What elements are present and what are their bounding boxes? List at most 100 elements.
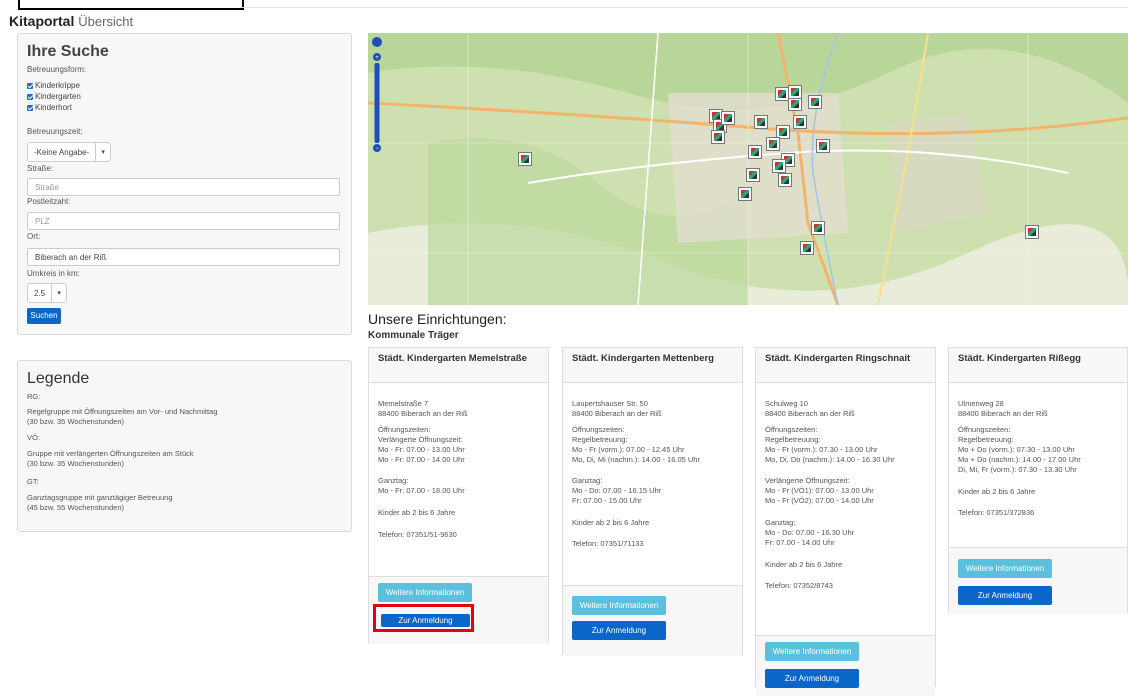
card-line: Öffnungszeiten: <box>378 425 431 434</box>
card-title: Städt. Kindergarten Ringschnait <box>756 348 935 383</box>
map-zoom-control[interactable]: + − <box>371 35 383 175</box>
page-title: Kitaportal Übersicht <box>9 13 133 29</box>
map-marker[interactable] <box>746 168 760 182</box>
register-button[interactable]: Zur Anmeldung <box>765 669 859 688</box>
register-button[interactable]: Zur Anmeldung <box>958 586 1052 605</box>
card-body: Schulweg 10 88400 Biberach an der Riß Öf… <box>756 383 935 633</box>
facility-card: Städt. Kindergarten Rißegg Ulmenweg 28 8… <box>948 347 1128 614</box>
betreuungszeit-select[interactable]: -Keine Angabe- ▾ <box>27 142 112 162</box>
plz-input[interactable]: PLZ <box>27 212 340 230</box>
card-line: Telefon: 07351/372836 <box>958 508 1035 517</box>
card-line: 88400 Biberach an der Riß <box>958 409 1048 418</box>
card-line: Telefon: 07352/8743 <box>765 581 833 590</box>
more-info-button[interactable]: Weitere Informationen <box>572 596 666 615</box>
plz-label: Postleitzahl: <box>27 197 71 206</box>
card-line: Mo - Fr (vorm.): 07.30 - 13.00 Uhr <box>765 445 878 454</box>
card-body: Memelstraße 7 88400 Biberach an der Riß … <box>369 383 548 575</box>
register-button[interactable]: Zur Anmeldung <box>572 621 666 640</box>
ort-label: Ort: <box>27 232 41 241</box>
legend-hours-vo: (30 bzw. 35 Wochenstunden) <box>27 459 125 468</box>
legend-text-vo: Gruppe mit verlängerten Öffnungszeiten a… <box>27 449 194 458</box>
card-line: Kinder ab 2 bis 6 Jahre <box>958 487 1036 496</box>
map-marker[interactable] <box>778 173 792 187</box>
chevron-down-icon[interactable]: ▾ <box>51 284 66 302</box>
checkbox-icon[interactable] <box>27 82 33 89</box>
umkreis-value: 2.5 <box>34 288 46 298</box>
map-marker[interactable] <box>748 145 762 159</box>
map-marker[interactable] <box>754 115 768 129</box>
card-line: Mo - Fr: 07.00 - 18.00 Uhr <box>378 486 465 495</box>
card-body: Ulmenweg 28 88400 Biberach an der Riß Öf… <box>949 383 1127 553</box>
map-marker[interactable] <box>816 139 830 153</box>
card-title: Städt. Kindergarten Rißegg <box>949 348 1127 383</box>
card-line: Mo, Di, Do (nachm.): 14.00 - 16.30 Uhr <box>765 455 895 464</box>
card-line: Mo + Do (nachm.): 14.00 - 17.00 Uhr <box>958 455 1081 464</box>
card-line: Öffnungszeiten: <box>958 425 1011 434</box>
map-marker[interactable] <box>811 221 825 235</box>
legend-text-gt: Ganztagsgruppe mit ganztägiger Betreuung <box>27 493 173 502</box>
legend-text-rg: Regelgruppe mit Öffnungszeiten am Vor- u… <box>27 407 218 416</box>
legend-panel: Legende RG: Regelgruppe mit Öffnungszeit… <box>17 360 352 532</box>
checkbox-kinderhort[interactable]: Kinderhort <box>27 103 72 112</box>
svg-text:−: − <box>375 146 379 152</box>
card-line: Laupertshauser Str. 50 <box>572 399 648 408</box>
card-line: 88400 Biberach an der Riß <box>765 409 855 418</box>
card-title: Städt. Kindergarten Mettenberg <box>563 348 742 383</box>
map-marker[interactable] <box>793 115 807 129</box>
card-line: 88400 Biberach an der Riß <box>572 409 662 418</box>
search-heading: Ihre Suche <box>27 43 109 60</box>
checkbox-icon[interactable] <box>27 93 33 100</box>
card-line: Mo - Fr: 07.00 - 13.00 Uhr <box>378 445 465 454</box>
more-info-button[interactable]: Weitere Informationen <box>765 642 859 661</box>
chevron-down-icon[interactable]: ▾ <box>95 143 110 161</box>
card-footer: Weitere Informationen Zur Anmeldung <box>756 635 935 696</box>
card-line: Kinder ab 2 bis 6 Jahre <box>572 518 650 527</box>
card-line: Ganztag: <box>572 476 603 485</box>
more-info-button[interactable]: Weitere Informationen <box>378 583 472 602</box>
card-line: Öffnungszeiten: <box>572 425 625 434</box>
card-line: Mo - Fr (VÖ2): 07.00 - 14.00 Uhr <box>765 496 874 505</box>
umkreis-select[interactable]: 2.5 ▾ <box>27 283 68 303</box>
results-heading: Unsere Einrichtungen: <box>368 311 507 327</box>
map-marker[interactable] <box>518 152 532 166</box>
strasse-input[interactable]: Straße <box>27 178 340 196</box>
betreuungszeit-value: -Keine Angabe- <box>34 147 90 157</box>
map-marker[interactable] <box>721 111 735 125</box>
card-line: Mo - Do: 07.00 - 16.15 Uhr <box>572 486 662 495</box>
map-marker[interactable] <box>772 159 786 173</box>
card-title: Städt. Kindergarten Memelstraße <box>369 348 548 383</box>
map-marker[interactable] <box>711 130 725 144</box>
search-panel: Ihre Suche Betreuungsform: Kinderkrippe … <box>17 33 352 335</box>
card-line: Verlängerte Öffnungszeit: <box>378 435 463 444</box>
card-line: Mo - Fr (VÖ1): 07.00 - 13.00 Uhr <box>765 486 874 495</box>
register-button[interactable]: Zur Anmeldung <box>381 614 470 627</box>
checkbox-icon[interactable] <box>27 104 33 111</box>
map-marker[interactable] <box>788 85 802 99</box>
map-marker[interactable] <box>788 97 802 111</box>
card-body: Laupertshauser Str. 50 88400 Biberach an… <box>563 383 742 583</box>
map-marker[interactable] <box>800 241 814 255</box>
map-marker[interactable] <box>766 137 780 151</box>
facility-card: Städt. Kindergarten Mettenberg Laupertsh… <box>562 347 743 656</box>
top-divider <box>240 7 1128 8</box>
checkbox-kinderkrippe[interactable]: Kinderkrippe <box>27 81 80 90</box>
card-line: Telefon: 07351/51-9630 <box>378 530 457 539</box>
card-line: Memelstraße 7 <box>378 399 429 408</box>
card-line: Kinder ab 2 bis 6 Jahre <box>378 508 456 517</box>
card-line: Ganztag: <box>765 518 796 527</box>
checkbox-kindergarten[interactable]: Kindergarten <box>27 92 81 101</box>
map-view[interactable]: + − <box>368 33 1128 305</box>
ort-input[interactable]: Biberach an der Riß <box>27 248 340 266</box>
map-marker[interactable] <box>775 87 789 101</box>
map-marker[interactable] <box>738 187 752 201</box>
more-info-button[interactable]: Weitere Informationen <box>958 559 1052 578</box>
search-button[interactable]: Suchen <box>27 308 61 324</box>
card-line: Schulweg 10 <box>765 399 808 408</box>
legend-code-gt: GT: <box>27 477 39 486</box>
map-marker[interactable] <box>1025 225 1039 239</box>
card-line: Kinder ab 2 bis 6 Jahre <box>765 560 843 569</box>
umkreis-label: Umkreis in km: <box>27 269 80 278</box>
card-line: Fr: 07.00 - 15.00 Uhr <box>572 496 642 505</box>
map-marker[interactable] <box>808 95 822 109</box>
legend-code-vo: VÖ: <box>27 433 40 442</box>
